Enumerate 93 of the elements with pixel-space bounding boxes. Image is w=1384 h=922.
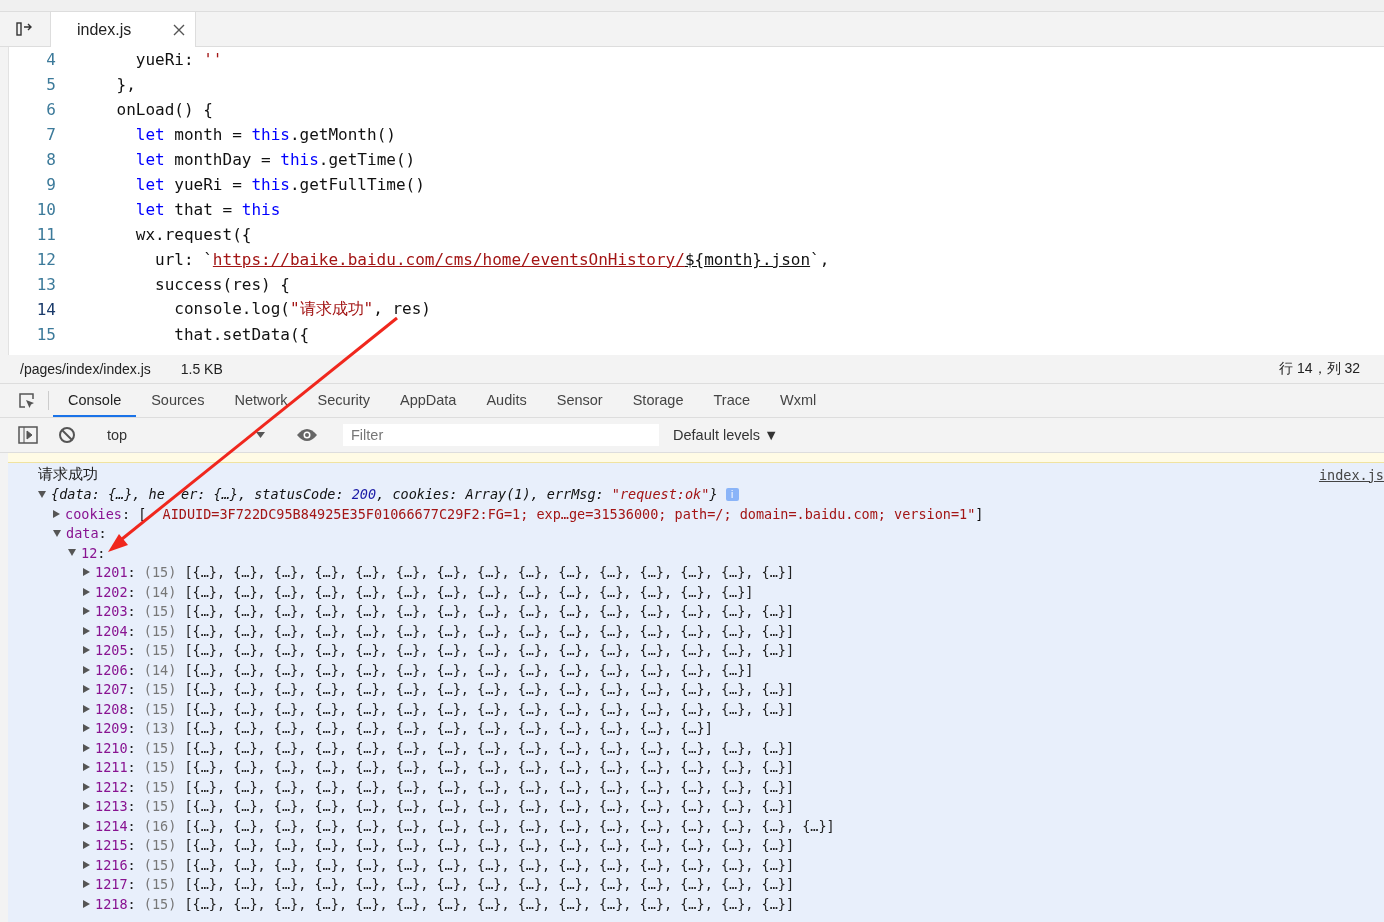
line-number: 15 xyxy=(35,325,57,344)
code-line: yueRi: '' xyxy=(134,50,223,69)
expand-icon[interactable] xyxy=(83,841,90,850)
devtools-tab[interactable]: Storage xyxy=(617,384,699,417)
property-entry[interactable]: 12: xyxy=(81,544,114,561)
expand-icon[interactable] xyxy=(83,821,90,830)
line-number: 13 xyxy=(35,275,57,294)
devtools-tab[interactable]: Security xyxy=(302,384,385,417)
expand-icon[interactable] xyxy=(83,724,90,733)
source-link[interactable]: index.js xyxy=(1318,466,1384,483)
line-number: 12 xyxy=(35,250,57,269)
devtools-tab[interactable]: Wxml xyxy=(765,384,832,417)
filter-field[interactable]: Filter xyxy=(343,424,659,446)
property-entry[interactable]: 1214: (16) [{…}, {…}, {…}, {…}, {…}, {…}, {…}, {…}, {…}, {…}, {…}, {…}, {…}, {…}, {…}, {…}] xyxy=(95,817,835,834)
line-number: 14 xyxy=(35,300,57,319)
property-entry[interactable]: 1204: (15) [{…}, {…}, {…}, {…}, {…}, {…}, {…}, {…}, {…}, {…}, {…}, {…}, {…}, {…}, {…}] xyxy=(95,622,795,639)
code-line: }, xyxy=(115,75,136,94)
eye-icon[interactable] xyxy=(296,428,318,442)
property-entry[interactable]: 1203: (15) [{…}, {…}, {…}, {…}, {…}, {…}, {…}, {…}, {…}, {…}, {…}, {…}, {…}, {…}, {…}] xyxy=(95,603,795,620)
file-path: /pages/index/index.js xyxy=(20,361,151,377)
context-select[interactable]: top xyxy=(101,427,271,443)
expand-icon[interactable] xyxy=(83,860,90,869)
clear-console-icon[interactable] xyxy=(58,426,76,444)
code-line: console.log("请求成功", res) xyxy=(173,299,431,320)
devtools-tab[interactable]: Network xyxy=(219,384,303,417)
expand-icon[interactable] xyxy=(83,665,90,674)
expand-icon[interactable] xyxy=(83,880,90,889)
expand-icon[interactable] xyxy=(53,509,60,518)
code-line: let monthDay = this.getTime() xyxy=(134,150,416,169)
code-line: onLoad() { xyxy=(115,100,213,119)
caret-icon xyxy=(256,432,265,438)
devtools-tab[interactable]: Trace xyxy=(698,384,765,417)
property-entry[interactable]: 1207: (15) [{…}, {…}, {…}, {…}, {…}, {…}, {…}, {…}, {…}, {…}, {…}, {…}, {…}, {…}, {…}] xyxy=(95,681,795,698)
property-entry[interactable]: 1218: (15) [{…}, {…}, {…}, {…}, {…}, {…}, {…}, {…}, {…}, {…}, {…}, {…}, {…}, {…}, {…}] xyxy=(95,895,795,912)
expand-icon[interactable] xyxy=(83,646,90,655)
expand-icon[interactable] xyxy=(83,802,90,811)
property-entry[interactable]: 1202: (14) [{…}, {…}, {…}, {…}, {…}, {…}, {…}, {…}, {…}, {…}, {…}, {…}, {…}, {…}] xyxy=(95,583,754,600)
file-tab[interactable]: index.js xyxy=(51,12,197,47)
property-entry[interactable]: 1210: (15) [{…}, {…}, {…}, {…}, {…}, {…}, {…}, {…}, {…}, {…}, {…}, {…}, {…}, {…}, {…}] xyxy=(95,739,795,756)
inspect-icon[interactable] xyxy=(18,391,36,410)
log-message: 请求成功 xyxy=(38,465,98,485)
line-number: 5 xyxy=(45,75,57,94)
code-line: success(res) { xyxy=(154,275,290,294)
expand-icon[interactable] xyxy=(83,607,90,616)
sidebar-panel-icon[interactable] xyxy=(18,426,38,444)
property-entry[interactable]: 1215: (15) [{…}, {…}, {…}, {…}, {…}, {…}, {…}, {…}, {…}, {…}, {…}, {…}, {…}, {…}, {…}] xyxy=(95,837,795,854)
property-entry[interactable]: 1216: (15) [{…}, {…}, {…}, {…}, {…}, {…}, {…}, {…}, {…}, {…}, {…}, {…}, {…}, {…}, {…}] xyxy=(95,856,795,873)
expand-icon[interactable] xyxy=(83,704,90,713)
property-entry[interactable]: 1205: (15) [{…}, {…}, {…}, {…}, {…}, {…}, {…}, {…}, {…}, {…}, {…}, {…}, {…}, {…}, {…}] xyxy=(95,642,795,659)
line-number: 10 xyxy=(35,200,57,219)
expand-icon[interactable] xyxy=(83,763,90,772)
collapse-icon[interactable] xyxy=(38,490,46,498)
sidebar-toggle-icon[interactable] xyxy=(16,21,34,37)
cursor-position: 行 14，列 32 xyxy=(1279,360,1360,378)
line-number: 4 xyxy=(45,50,57,69)
devtools-tab[interactable]: Sensor xyxy=(541,384,618,417)
code-line: wx.request({ xyxy=(134,225,252,244)
object-summary: {data: {…}, he er: {…}, statusCode: 200, cookies: Array(1), errMsg: "request:ok"} xyxy=(51,486,718,503)
devtools-tab[interactable]: Audits xyxy=(471,384,542,417)
property-entry[interactable]: 1206: (14) [{…}, {…}, {…}, {…}, {…}, {…}, {…}, {…}, {…}, {…}, {…}, {…}, {…}, {…}] xyxy=(95,661,754,678)
devtools-tab[interactable]: Sources xyxy=(136,384,220,417)
property-entry[interactable]: 1217: (15) [{…}, {…}, {…}, {…}, {…}, {…}, {…}, {…}, {…}, {…}, {…}, {…}, {…}, {…}, {…}] xyxy=(95,876,795,893)
code-line: let that = this xyxy=(134,200,281,219)
file-size: 1.5 KB xyxy=(180,361,223,377)
code-line: that.setData({ xyxy=(173,325,310,344)
property-entry[interactable]: 1211: (15) [{…}, {…}, {…}, {…}, {…}, {…}, {…}, {…}, {…}, {…}, {…}, {…}, {…}, {…}, {…}] xyxy=(95,759,795,776)
expand-icon[interactable] xyxy=(83,568,90,577)
expand-icon[interactable] xyxy=(83,743,90,752)
property-entry[interactable]: 1213: (15) [{…}, {…}, {…}, {…}, {…}, {…}, {…}, {…}, {…}, {…}, {…}, {…}, {…}, {…}, {…}] xyxy=(95,798,795,815)
levels-dropdown[interactable]: Default levels ▼ xyxy=(663,427,779,443)
property-entry[interactable]: cookies: [ AIDUID=3F722DC95B84925E35F01066677C29F2:FG=1; exp…ge=31536000; path=/; domain=.baidu.com; version=1"] xyxy=(65,505,984,522)
property-entry[interactable]: 1212: (15) [{…}, {…}, {…}, {…}, {…}, {…}, {…}, {…}, {…}, {…}, {…}, {…}, {…}, {…}, {…}] xyxy=(95,778,795,795)
property-entry[interactable]: 1201: (15) [{…}, {…}, {…}, {…}, {…}, {…}, {…}, {…}, {…}, {…}, {…}, {…}, {…}, {…}, {…}] xyxy=(95,564,795,581)
property-entry[interactable]: data: xyxy=(66,525,115,542)
expand-icon[interactable] xyxy=(83,782,90,791)
line-number: 11 xyxy=(35,225,57,244)
close-icon[interactable] xyxy=(173,23,186,36)
line-number: 9 xyxy=(45,175,57,194)
collapse-icon[interactable] xyxy=(68,549,76,557)
property-entry[interactable]: 1208: (15) [{…}, {…}, {…}, {…}, {…}, {…}, {…}, {…}, {…}, {…}, {…}, {…}, {…}, {…}, {…}] xyxy=(95,700,795,717)
code-line: let month = this.getMonth() xyxy=(134,125,396,144)
expand-icon[interactable] xyxy=(83,626,90,635)
line-number: 8 xyxy=(45,150,57,169)
property-entry[interactable]: 1209: (13) [{…}, {…}, {…}, {…}, {…}, {…}, {…}, {…}, {…}, {…}, {…}, {…}, {…}] xyxy=(95,720,713,737)
expand-icon[interactable] xyxy=(83,899,90,908)
devtools-tab[interactable]: AppData xyxy=(385,384,472,417)
line-number: 7 xyxy=(45,125,57,144)
expand-icon[interactable] xyxy=(83,587,90,596)
expand-icon[interactable] xyxy=(83,685,90,694)
collapse-icon[interactable] xyxy=(53,529,61,537)
code-line: let yueRi = this.getFullTime() xyxy=(134,175,425,194)
code-line: url: `https://baike.baidu.com/cms/home/eventsOnHistory/${month}.json`, xyxy=(154,250,830,269)
line-number: 6 xyxy=(45,100,57,119)
